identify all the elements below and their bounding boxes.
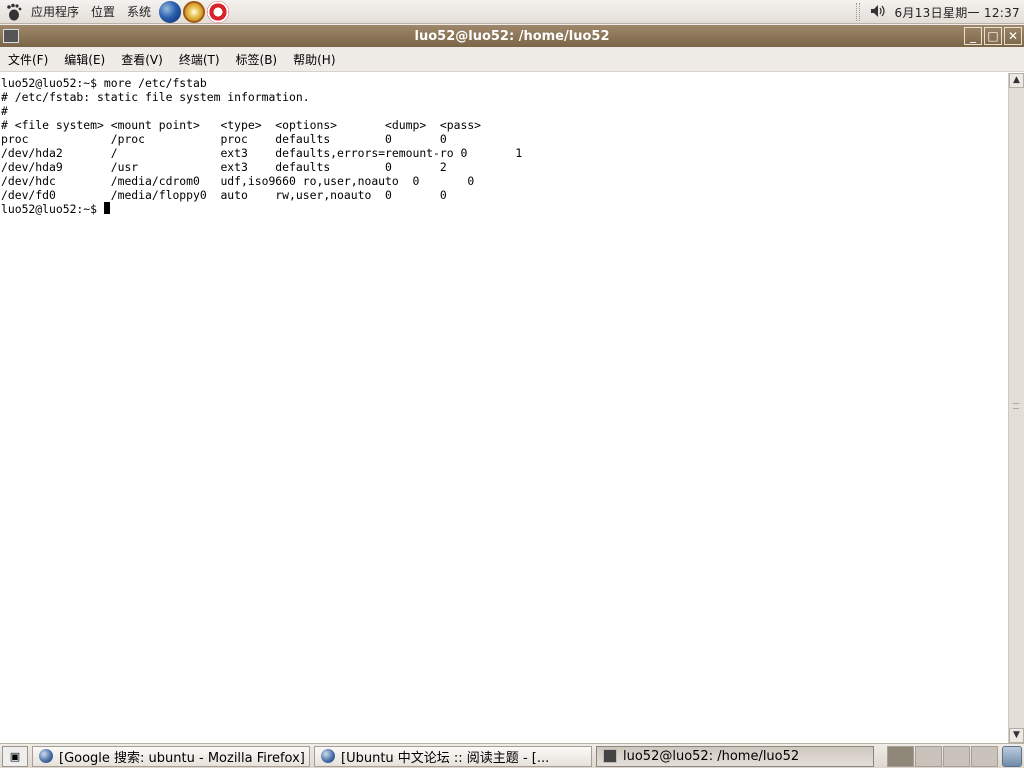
clock[interactable]: 6月13日星期一 12:37	[894, 4, 1020, 21]
workspace-4[interactable]	[971, 746, 998, 767]
system-tray: 6月13日星期一 12:37	[856, 0, 1024, 24]
scroll-down-arrow-icon[interactable]: ▼	[1009, 728, 1024, 743]
taskbar-item-label: [Ubuntu 中文论坛 :: 阅读主题 - [...	[341, 750, 550, 766]
taskbar-item-label: luo52@luo52: /home/luo52	[623, 748, 800, 764]
menubar: 文件(F) 编辑(E) 查看(V) 终端(T) 标签(B) 帮助(H)	[0, 47, 1024, 72]
workspace-1[interactable]	[887, 746, 914, 767]
terminal-line: proc /proc proc defaults 0 0	[1, 132, 447, 146]
terminal-output: luo52@luo52:~$ more /etc/fstab # /etc/fst…	[0, 73, 1008, 216]
maximize-button[interactable]: □	[984, 27, 1002, 45]
system-menu[interactable]: 系统	[121, 0, 157, 24]
vertical-scrollbar[interactable]: ▲ ▼	[1008, 73, 1024, 743]
minimize-button[interactable]: _	[964, 27, 982, 45]
panel-handle[interactable]	[856, 3, 861, 21]
firefox-icon	[39, 749, 53, 763]
terminal-line: /dev/fd0 /media/floppy0 auto rw,user,noa…	[1, 188, 447, 202]
terminal-prompt-line: luo52@luo52:~$	[1, 202, 1008, 216]
terminal-line: /dev/hda2 / ext3 defaults,errors=remount…	[1, 146, 523, 160]
menu-tabs[interactable]: 标签(B)	[228, 51, 286, 68]
scroll-up-arrow-icon[interactable]: ▲	[1009, 73, 1024, 88]
places-menu[interactable]: 位置	[85, 0, 121, 24]
close-button[interactable]: ✕	[1004, 27, 1022, 45]
terminal-icon	[603, 749, 617, 763]
workspace-3[interactable]	[943, 746, 970, 767]
volume-icon[interactable]	[870, 4, 886, 21]
terminal-window: luo52@luo52: /home/luo52 _ □ ✕ 文件(F) 编辑(…	[0, 25, 1024, 743]
workspace-2[interactable]	[915, 746, 942, 767]
window-titlebar[interactable]: luo52@luo52: /home/luo52 _ □ ✕	[0, 25, 1024, 47]
terminal-line: # /etc/fstab: static file system informa…	[1, 90, 310, 104]
taskbar-item-forum[interactable]: [Ubuntu 中文论坛 :: 阅读主题 - [...	[314, 745, 592, 767]
evolution-launcher-icon[interactable]	[183, 0, 206, 23]
firefox-icon	[321, 749, 335, 763]
terminal-line: # <file system> <mount point> <type> <op…	[1, 118, 482, 132]
scrollbar-grip[interactable]	[1013, 403, 1019, 409]
trash-icon[interactable]	[1002, 746, 1022, 767]
top-panel: 应用程序 位置 系统 6月13日星期一 12:37	[0, 0, 1024, 24]
terminal-line: /dev/hdc /media/cdrom0 udf,iso9660 ro,us…	[1, 174, 475, 188]
menu-help[interactable]: 帮助(H)	[285, 51, 343, 68]
terminal-window-icon[interactable]	[3, 29, 19, 43]
terminal-line: luo52@luo52:~$ more /etc/fstab	[1, 76, 207, 90]
menu-edit[interactable]: 编辑(E)	[56, 51, 113, 68]
taskbar-item-terminal[interactable]: luo52@luo52: /home/luo52	[596, 745, 874, 767]
firefox-launcher-icon[interactable]	[159, 0, 182, 23]
gnome-foot-icon[interactable]	[3, 1, 25, 23]
applications-menu[interactable]: 应用程序	[25, 0, 85, 24]
terminal-line: /dev/hda9 /usr ext3 defaults 0 2	[1, 160, 447, 174]
menu-view[interactable]: 查看(V)	[113, 51, 171, 68]
menu-file[interactable]: 文件(F)	[0, 51, 56, 68]
terminal-cursor	[103, 202, 110, 214]
terminal-prompt: luo52@luo52:~$	[1, 202, 104, 216]
workspace-switcher	[886, 746, 998, 767]
menu-terminal[interactable]: 终端(T)	[171, 51, 228, 68]
window-title: luo52@luo52: /home/luo52	[414, 28, 610, 44]
help-launcher-icon[interactable]	[207, 0, 230, 23]
taskbar-item-label: [Google 搜索: ubuntu - Mozilla Firefox]	[59, 750, 305, 766]
show-desktop-button[interactable]: ▣	[2, 745, 28, 767]
terminal-area[interactable]: luo52@luo52:~$ more /etc/fstab # /etc/fst…	[0, 73, 1008, 741]
bottom-panel: ▣ [Google 搜索: ubuntu - Mozilla Firefox] …	[0, 743, 1024, 768]
taskbar-item-firefox[interactable]: [Google 搜索: ubuntu - Mozilla Firefox]	[32, 745, 310, 767]
terminal-line: #	[1, 104, 8, 118]
